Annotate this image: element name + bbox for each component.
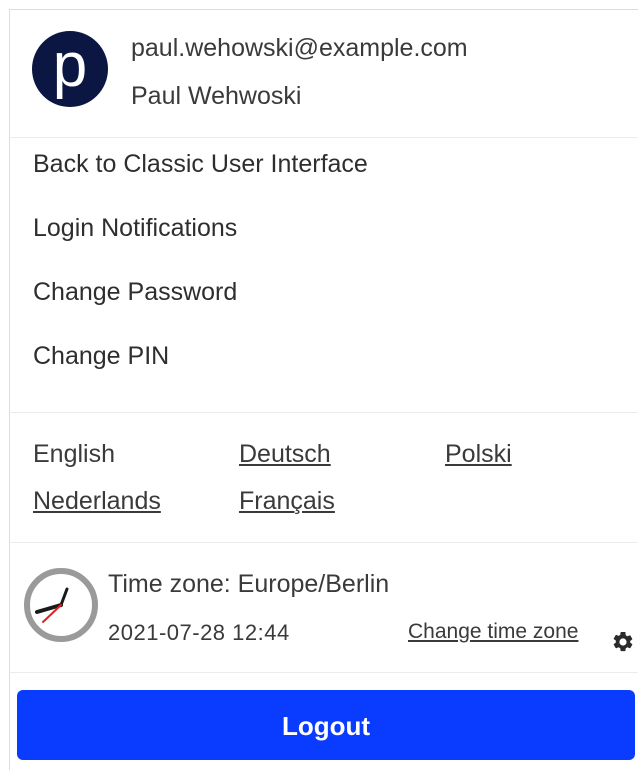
menu-item-login-notifications[interactable]: Login Notifications [33,214,237,243]
divider [10,542,638,543]
divider [10,412,638,413]
language-english: English [33,440,115,468]
user-email: paul.wehowski@example.com [131,34,468,62]
change-timezone-link[interactable]: Change time zone [408,620,578,644]
avatar-letter: p [52,31,88,100]
menu-item-change-password[interactable]: Change Password [33,278,237,307]
language-francais-link[interactable]: Français [239,487,335,516]
timezone-label: Time zone: Europe/Berlin [108,570,390,598]
divider [10,137,638,138]
logout-button[interactable]: Logout [17,690,635,760]
current-datetime: 2021-07-28 12:44 [108,620,290,645]
clock-icon [24,568,98,642]
divider [10,672,638,673]
menu-item-classic-ui[interactable]: Back to Classic User Interface [33,150,368,179]
menu-item-change-pin[interactable]: Change PIN [33,342,169,371]
language-polski-link[interactable]: Polski [445,440,512,469]
account-panel: p paul.wehowski@example.com Paul Wehwosk… [9,9,638,770]
language-deutsch-link[interactable]: Deutsch [239,440,331,469]
language-nederlands-link[interactable]: Nederlands [33,487,161,516]
gear-icon[interactable] [611,630,635,654]
avatar: p [32,31,108,107]
user-name: Paul Wehwoski [131,82,302,110]
